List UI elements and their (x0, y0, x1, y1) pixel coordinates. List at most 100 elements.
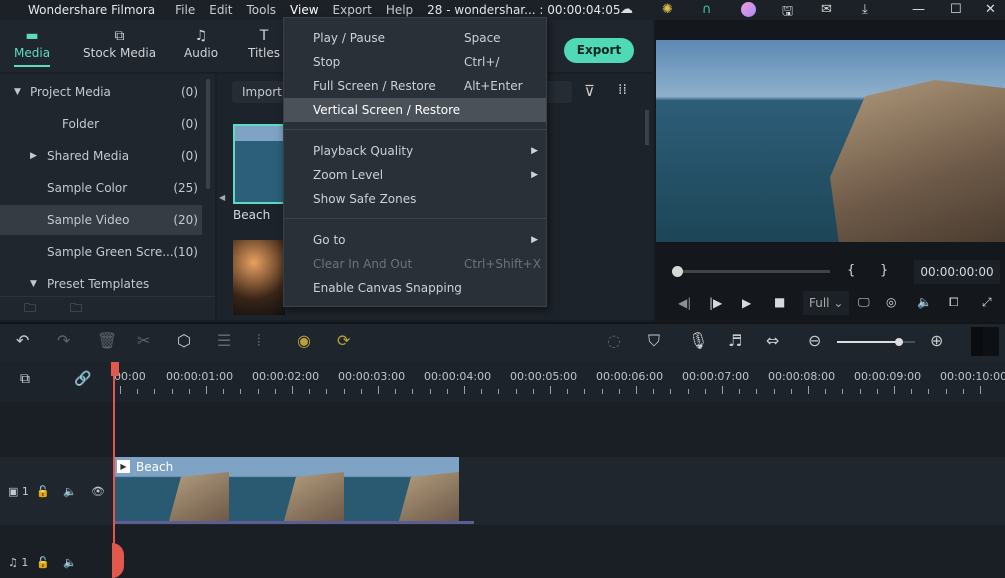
sidebar-scrollbar[interactable] (206, 79, 210, 189)
ruler-tick (739, 389, 741, 394)
add-track-icon[interactable]: ⧉ (20, 371, 30, 387)
fit-timeline-icon[interactable]: ⇔ (766, 331, 779, 350)
aspect-icon[interactable]: ⧠ (949, 295, 959, 310)
mute-icon[interactable]: 🔈 (63, 485, 77, 498)
timeline-clip-beach[interactable]: ▶ Beach (114, 457, 474, 524)
quality-select[interactable]: Full ⌄ (803, 291, 849, 315)
delete-icon[interactable]: 🗑 (97, 331, 117, 350)
audio-wave-icon[interactable]: ⦙ (257, 331, 261, 351)
speech-icon[interactable]: ◉ (297, 331, 311, 350)
sidebar-item-sample-video[interactable]: Sample Video (20) (0, 205, 202, 235)
grid-view-icon[interactable]: ⁞⁞ (618, 82, 627, 98)
fullscreen-icon[interactable]: ⤢ (982, 295, 992, 310)
collapse-arrow-icon[interactable]: ◀ (219, 193, 225, 202)
menu-item-vertical-screen[interactable]: Vertical Screen / Restore (284, 98, 546, 122)
scrubber-handle[interactable] (672, 266, 683, 277)
zoom-out-icon[interactable]: ⊖ (808, 331, 821, 350)
menu-item-zoom-level[interactable]: Zoom Level ▶ (284, 163, 546, 187)
tab-titles[interactable]: T Titles (248, 28, 280, 60)
menu-item-play-pause[interactable]: Play / Pause Space (284, 26, 546, 50)
sidebar-item-label: Sample Green Scre... (47, 245, 174, 259)
cloud-icon[interactable]: ☁ (620, 2, 633, 17)
sidebar-item-shared-media[interactable]: ▶ Shared Media (0) (0, 141, 202, 171)
menu-item-playback-quality[interactable]: Playback Quality ▶ (284, 139, 546, 163)
submenu-arrow-icon: ▶ (531, 146, 538, 156)
menu-item-stop[interactable]: Stop Ctrl+/ (284, 50, 546, 74)
marker-icon[interactable]: ⛉ (648, 331, 660, 351)
menu-separator (284, 129, 546, 130)
new-folder-icon[interactable]: 🗀 (24, 299, 36, 320)
menu-tools[interactable]: Tools (246, 3, 276, 17)
sidebar-item-project-media[interactable]: ▼ Project Media (0) (0, 77, 202, 107)
expand-arrow-icon[interactable]: ▼ (14, 77, 21, 107)
link-icon[interactable]: 🔗 (74, 371, 91, 387)
mark-out-button[interactable]: } (880, 263, 888, 278)
display-icon[interactable]: 🖵 (858, 295, 870, 310)
folder-icon[interactable]: 🗀 (70, 299, 82, 320)
undo-icon[interactable]: ↶ (16, 331, 29, 350)
speed-icon[interactable]: ⟳ (337, 331, 350, 350)
media-scrollbar[interactable] (645, 110, 649, 145)
tab-audio[interactable]: ♫ Audio (184, 28, 218, 60)
lock-icon[interactable]: 🔓 (36, 485, 50, 498)
render-icon[interactable]: ◌ (607, 331, 621, 350)
filter-icon[interactable]: ⊽ (584, 82, 595, 100)
preview-scrubber[interactable] (672, 270, 830, 273)
close-icon[interactable]: ✕ (985, 2, 996, 17)
zoom-in-icon[interactable]: ⊕ (930, 331, 943, 350)
menu-view[interactable]: View (290, 3, 318, 17)
next-frame-icon[interactable]: |▶ (709, 296, 722, 310)
lightbulb-icon[interactable]: ✺ (662, 2, 673, 17)
sidebar-item-label: Shared Media (47, 149, 130, 163)
eye-icon[interactable]: 👁 (91, 485, 105, 498)
sidebar-item-folder[interactable]: Folder (0) (0, 109, 202, 139)
camera-icon[interactable]: ◎ (886, 295, 896, 309)
menu-help[interactable]: Help (386, 3, 413, 17)
stop-icon[interactable]: ■ (774, 295, 785, 309)
redo-icon[interactable]: ↷ (57, 331, 70, 350)
expand-arrow-icon[interactable]: ▶ (30, 141, 37, 171)
microphone-icon[interactable]: 🎙 (688, 331, 708, 350)
media-thumbnail-beach[interactable] (233, 124, 285, 204)
menu-item-full-screen[interactable]: Full Screen / Restore Alt+Enter (284, 74, 546, 98)
mute-icon[interactable]: 🔈 (63, 556, 77, 569)
ruler-tick (515, 389, 517, 394)
avatar-icon[interactable] (741, 2, 756, 17)
panel-toggle[interactable] (971, 327, 999, 356)
sidebar-item-sample-green-screen[interactable]: Sample Green Scre... (10) (0, 237, 202, 267)
adjust-icon[interactable]: ☰ (217, 331, 231, 350)
menu-item-show-safe-zones[interactable]: Show Safe Zones (284, 187, 546, 211)
sidebar-item-preset-templates[interactable]: ▼ Preset Templates (0, 269, 202, 299)
prev-frame-icon[interactable]: ◀| (678, 296, 691, 310)
expand-arrow-icon[interactable]: ▼ (30, 269, 37, 299)
import-label: Import (242, 85, 282, 99)
crop-icon[interactable]: ⬡ (177, 331, 191, 350)
lock-icon[interactable]: 🔓 (36, 556, 50, 569)
tab-stock-media[interactable]: ⧉ Stock Media (83, 28, 156, 60)
download-icon[interactable]: ⤓ (862, 2, 868, 17)
media-thumbnail[interactable] (233, 240, 285, 315)
sidebar-item-sample-color[interactable]: Sample Color (25) (0, 173, 202, 203)
play-icon[interactable]: ▶ (742, 296, 751, 310)
menu-item-go-to[interactable]: Go to ▶ (284, 228, 546, 252)
mark-in-button[interactable]: { (847, 263, 855, 278)
maximize-icon[interactable]: ☐ (950, 2, 962, 17)
export-button[interactable]: Export (564, 38, 634, 63)
headset-icon[interactable]: ∩ (702, 2, 712, 17)
menu-export[interactable]: Export (333, 3, 372, 17)
cut-icon[interactable]: ✂ (137, 331, 150, 350)
volume-icon[interactable]: 🔈 (917, 295, 932, 309)
playhead-handle[interactable] (111, 362, 119, 376)
menu-item-canvas-snapping[interactable]: Enable Canvas Snapping (284, 276, 546, 300)
split-marker[interactable] (112, 543, 124, 578)
ruler-tick (360, 389, 362, 394)
ruler-tick (274, 389, 276, 394)
audio-mixer-icon[interactable]: ♬ (728, 331, 742, 350)
menu-file[interactable]: File (175, 3, 195, 17)
menu-edit[interactable]: Edit (209, 3, 232, 17)
mail-icon[interactable]: ✉ (821, 2, 832, 17)
zoom-slider[interactable] (837, 338, 915, 346)
tab-media[interactable]: ▬ Media (14, 28, 50, 67)
minimize-icon[interactable]: — (912, 2, 925, 17)
menu-separator (284, 218, 546, 219)
